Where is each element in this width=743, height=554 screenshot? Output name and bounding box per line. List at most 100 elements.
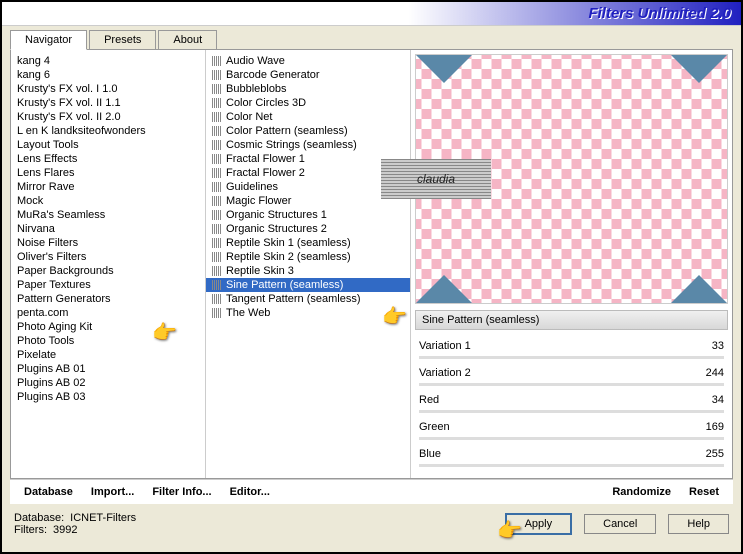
- param-value: 169: [706, 421, 724, 433]
- filter-icon: [212, 196, 222, 206]
- filter-item-label: Reptile Skin 1 (seamless): [226, 237, 351, 249]
- filter-item-label: Audio Wave: [226, 55, 285, 67]
- category-item[interactable]: Krusty's FX vol. II 1.1: [11, 96, 205, 110]
- tab-about[interactable]: About: [158, 30, 217, 49]
- category-item[interactable]: Photo Tools: [11, 334, 205, 348]
- param-slider[interactable]: [419, 464, 724, 467]
- param-name: Variation 2: [419, 367, 471, 379]
- category-item[interactable]: Lens Flares: [11, 166, 205, 180]
- filter-icon: [212, 224, 222, 234]
- filter-item[interactable]: Fractal Flower 2: [206, 166, 410, 180]
- filter-item[interactable]: Audio Wave: [206, 54, 410, 68]
- tab-presets[interactable]: Presets: [89, 30, 156, 49]
- category-item[interactable]: Krusty's FX vol. II 2.0: [11, 110, 205, 124]
- randomize-button[interactable]: Randomize: [612, 486, 671, 498]
- category-list[interactable]: kang 4kang 6Krusty's FX vol. I 1.0Krusty…: [11, 50, 206, 478]
- reset-button[interactable]: Reset: [689, 486, 719, 498]
- filter-item[interactable]: Fractal Flower 1: [206, 152, 410, 166]
- cancel-button[interactable]: Cancel: [584, 514, 656, 534]
- category-item[interactable]: penta.com: [11, 306, 205, 320]
- filter-item-label: Guidelines: [226, 181, 278, 193]
- filter-item[interactable]: Color Pattern (seamless): [206, 124, 410, 138]
- filter-item[interactable]: Guidelines: [206, 180, 410, 194]
- filter-item[interactable]: Reptile Skin 1 (seamless): [206, 236, 410, 250]
- category-item[interactable]: Oliver's Filters: [11, 250, 205, 264]
- param-name: Red: [419, 394, 439, 406]
- window-title: Filters Unlimited 2.0: [588, 5, 731, 22]
- footer-info: Database: ICNET-Filters Filters: 3992: [14, 512, 136, 536]
- filter-item[interactable]: Magic Flower: [206, 194, 410, 208]
- category-item[interactable]: Paper Textures: [11, 278, 205, 292]
- category-item[interactable]: kang 6: [11, 68, 205, 82]
- category-item[interactable]: kang 4: [11, 54, 205, 68]
- filter-icon: [212, 168, 222, 178]
- filter-item-label: Reptile Skin 3: [226, 265, 294, 277]
- category-item[interactable]: Plugins AB 03: [11, 390, 205, 404]
- filter-icon: [212, 266, 222, 276]
- watermark: claudia: [381, 159, 491, 199]
- filter-item-label: Organic Structures 2: [226, 223, 327, 235]
- filter-item[interactable]: Color Circles 3D: [206, 96, 410, 110]
- filter-item[interactable]: Barcode Generator: [206, 68, 410, 82]
- filter-item[interactable]: The Web: [206, 306, 410, 320]
- bottom-toolbar: Database Import... Filter Info... Editor…: [10, 479, 733, 504]
- database-button[interactable]: Database: [24, 486, 73, 498]
- filter-item-label: Color Pattern (seamless): [226, 125, 348, 137]
- param-slider[interactable]: [419, 383, 724, 386]
- category-item[interactable]: Paper Backgrounds: [11, 264, 205, 278]
- category-item[interactable]: Noise Filters: [11, 236, 205, 250]
- category-item[interactable]: Pixelate: [11, 348, 205, 362]
- filter-icon: [212, 70, 222, 80]
- filter-icon: [212, 182, 222, 192]
- filter-item[interactable]: Sine Pattern (seamless): [206, 278, 410, 292]
- filter-item-label: Color Net: [226, 111, 272, 123]
- category-item[interactable]: Pattern Generators: [11, 292, 205, 306]
- preview-corner-shape: [671, 275, 727, 303]
- category-item[interactable]: Photo Aging Kit: [11, 320, 205, 334]
- filter-item-label: Bubbleblobs: [226, 83, 287, 95]
- param-slider[interactable]: [419, 356, 724, 359]
- apply-button[interactable]: Apply: [505, 513, 573, 535]
- filter-item-label: Barcode Generator: [226, 69, 320, 81]
- filters-count-value: 3992: [53, 524, 77, 536]
- filter-item[interactable]: Color Net: [206, 110, 410, 124]
- filter-item[interactable]: Reptile Skin 3: [206, 264, 410, 278]
- param-value: 255: [706, 448, 724, 460]
- filter-item[interactable]: Reptile Skin 2 (seamless): [206, 250, 410, 264]
- main-area: kang 4kang 6Krusty's FX vol. I 1.0Krusty…: [10, 49, 733, 479]
- filter-icon: [212, 56, 222, 66]
- title-bar: Filters Unlimited 2.0: [2, 2, 741, 26]
- filter-item[interactable]: Tangent Pattern (seamless): [206, 292, 410, 306]
- filter-icon: [212, 126, 222, 136]
- tab-navigator[interactable]: Navigator: [10, 30, 87, 50]
- category-item[interactable]: Plugins AB 02: [11, 376, 205, 390]
- category-item[interactable]: Layout Tools: [11, 138, 205, 152]
- filter-icon: [212, 294, 222, 304]
- selected-filter-label: Sine Pattern (seamless): [415, 310, 728, 330]
- filter-item[interactable]: Cosmic Strings (seamless): [206, 138, 410, 152]
- import-button[interactable]: Import...: [91, 486, 134, 498]
- editor-button[interactable]: Editor...: [230, 486, 270, 498]
- help-button[interactable]: Help: [668, 514, 729, 534]
- filter-item[interactable]: Bubbleblobs: [206, 82, 410, 96]
- preview-corner-shape: [416, 275, 472, 303]
- category-item[interactable]: MuRa's Seamless: [11, 208, 205, 222]
- param-slider[interactable]: [419, 437, 724, 440]
- filter-item-label: Fractal Flower 2: [226, 167, 305, 179]
- filter-item[interactable]: Organic Structures 1: [206, 208, 410, 222]
- category-item[interactable]: Mirror Rave: [11, 180, 205, 194]
- category-item[interactable]: L en K landksiteofwonders: [11, 124, 205, 138]
- category-item[interactable]: Nirvana: [11, 222, 205, 236]
- category-item[interactable]: Mock: [11, 194, 205, 208]
- filter-info-button[interactable]: Filter Info...: [152, 486, 211, 498]
- category-item[interactable]: Lens Effects: [11, 152, 205, 166]
- parameter-list: Variation 133Variation 2244Red34Green169…: [415, 338, 728, 473]
- category-item[interactable]: Plugins AB 01: [11, 362, 205, 376]
- param-value: 33: [712, 340, 724, 352]
- category-item[interactable]: Krusty's FX vol. I 1.0: [11, 82, 205, 96]
- filter-list[interactable]: Audio WaveBarcode GeneratorBubbleblobsCo…: [206, 50, 411, 478]
- param-row: Variation 2244: [415, 365, 728, 381]
- param-slider[interactable]: [419, 410, 724, 413]
- filter-item[interactable]: Organic Structures 2: [206, 222, 410, 236]
- param-name: Blue: [419, 448, 441, 460]
